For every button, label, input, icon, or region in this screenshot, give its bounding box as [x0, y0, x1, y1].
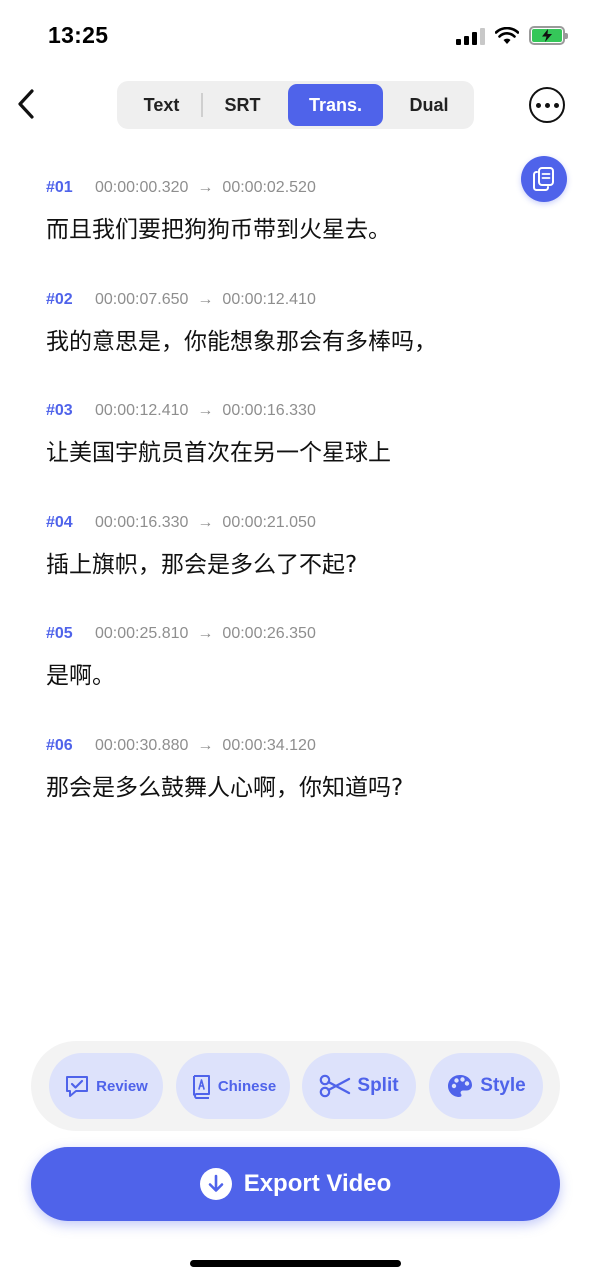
review-label: Review — [96, 1077, 148, 1095]
bottom-toolbar: Review Chinese Split Style — [31, 1041, 560, 1131]
review-icon — [66, 1076, 89, 1097]
export-video-label: Export Video — [243, 1170, 392, 1197]
subtitle-index: #04 — [46, 513, 73, 531]
status-bar: 13:25 — [0, 0, 591, 70]
subtitle-text[interactable]: 我的意思是，你能想象那会有多棒吗， — [46, 322, 516, 356]
subtitle-text[interactable]: 是啊。 — [46, 656, 516, 690]
more-icon — [535, 102, 541, 108]
review-button[interactable]: Review — [49, 1053, 163, 1119]
copy-icon — [533, 167, 554, 191]
back-button[interactable] — [8, 82, 44, 126]
subtitle-end-time: 00:00:21.050 — [222, 513, 316, 531]
tab-dual[interactable]: Dual — [389, 84, 469, 126]
subtitle-text[interactable]: 那会是多么鼓舞人心啊，你知道吗? — [46, 768, 516, 802]
subtitle-end-time: 00:00:02.520 — [222, 179, 316, 196]
home-indicator[interactable] — [190, 1260, 401, 1267]
subtitle-item[interactable]: #02 00:00:07.650 → 00:00:12.410 我的意思是，你能… — [46, 290, 516, 402]
subtitle-meta: #05 00:00:25.810 → 00:00:26.350 — [46, 624, 516, 644]
copy-button[interactable] — [521, 156, 567, 202]
style-button[interactable]: Style — [429, 1053, 543, 1119]
split-button[interactable]: Split — [302, 1053, 416, 1119]
tab-srt[interactable]: SRT — [203, 84, 282, 126]
subtitle-meta: #04 00:00:16.330 → 00:00:21.050 — [46, 513, 516, 533]
subtitle-end-time: 00:00:26.350 — [222, 625, 316, 643]
subtitle-meta: #03 00:00:12.410 → 00:00:16.330 — [46, 401, 516, 421]
subtitle-item[interactable]: #06 00:00:30.880 → 00:00:34.120 那会是多么鼓舞人… — [46, 736, 516, 848]
arrow-right-icon: → — [197, 625, 214, 643]
arrow-right-icon: → — [197, 179, 214, 196]
signal-icon — [456, 27, 485, 45]
battery-icon — [529, 26, 568, 45]
subtitle-start-time: 00:00:25.810 — [95, 625, 189, 643]
subtitle-end-time: 00:00:12.410 — [222, 290, 316, 308]
subtitle-item[interactable]: #01 00:00:00.320 → 00:00:02.520 而且我们要把狗狗… — [46, 178, 516, 290]
arrow-right-icon: → — [197, 402, 214, 420]
style-label: Style — [480, 1075, 526, 1096]
subtitle-index: #02 — [46, 290, 73, 308]
subtitle-index: #01 — [46, 179, 73, 196]
export-video-button[interactable]: Export Video — [31, 1147, 560, 1221]
subtitle-start-time: 00:00:00.320 — [95, 179, 189, 196]
tab-text[interactable]: Text — [122, 84, 201, 126]
split-label: Split — [357, 1075, 399, 1096]
header: Text SRT Trans. Dual — [0, 78, 591, 134]
subtitle-meta: #01 00:00:00.320 → 00:00:02.520 — [46, 178, 516, 198]
subtitle-start-time: 00:00:12.410 — [95, 402, 189, 420]
subtitle-text[interactable]: 插上旗帜，那会是多么了不起? — [46, 545, 516, 579]
subtitle-index: #05 — [46, 625, 73, 643]
subtitle-meta: #06 00:00:30.880 → 00:00:34.120 — [46, 736, 516, 756]
subtitle-item[interactable]: #04 00:00:16.330 → 00:00:21.050 插上旗帜，那会是… — [46, 513, 516, 625]
wifi-icon — [495, 26, 519, 44]
subtitle-text[interactable]: 让美国宇航员首次在另一个星球上 — [46, 433, 516, 467]
subtitle-text[interactable]: 而且我们要把狗狗币带到火星去。 — [46, 210, 516, 244]
arrow-right-icon: → — [197, 736, 214, 754]
arrow-right-icon: → — [197, 290, 214, 308]
tab-trans[interactable]: Trans. — [288, 84, 383, 126]
chinese-label: Chinese — [217, 1077, 277, 1095]
subtitle-list: #01 00:00:00.320 → 00:00:02.520 而且我们要把狗狗… — [46, 178, 516, 848]
download-icon — [199, 1168, 232, 1200]
scissors-icon — [320, 1074, 351, 1098]
subtitle-index: #03 — [46, 402, 73, 420]
subtitle-meta: #02 00:00:07.650 → 00:00:12.410 — [46, 290, 516, 310]
subtitle-start-time: 00:00:07.650 — [95, 290, 189, 308]
status-time: 13:25 — [48, 22, 109, 48]
more-button[interactable] — [529, 87, 565, 123]
subtitle-end-time: 00:00:16.330 — [222, 402, 316, 420]
book-icon — [192, 1075, 210, 1099]
status-icons — [456, 26, 568, 45]
subtitle-end-time: 00:00:34.120 — [222, 736, 316, 754]
chevron-left-icon — [18, 89, 34, 119]
subtitle-item[interactable]: #03 00:00:12.410 → 00:00:16.330 让美国宇航员首次… — [46, 401, 516, 513]
subtitle-start-time: 00:00:16.330 — [95, 513, 189, 531]
subtitle-item[interactable]: #05 00:00:25.810 → 00:00:26.350 是啊。 — [46, 624, 516, 736]
view-mode-segmented-control: Text SRT Trans. Dual — [117, 81, 474, 129]
arrow-right-icon: → — [197, 513, 214, 531]
subtitle-index: #06 — [46, 736, 73, 754]
chinese-button[interactable]: Chinese — [176, 1053, 290, 1119]
palette-icon — [448, 1075, 473, 1097]
subtitle-start-time: 00:00:30.880 — [95, 736, 189, 754]
